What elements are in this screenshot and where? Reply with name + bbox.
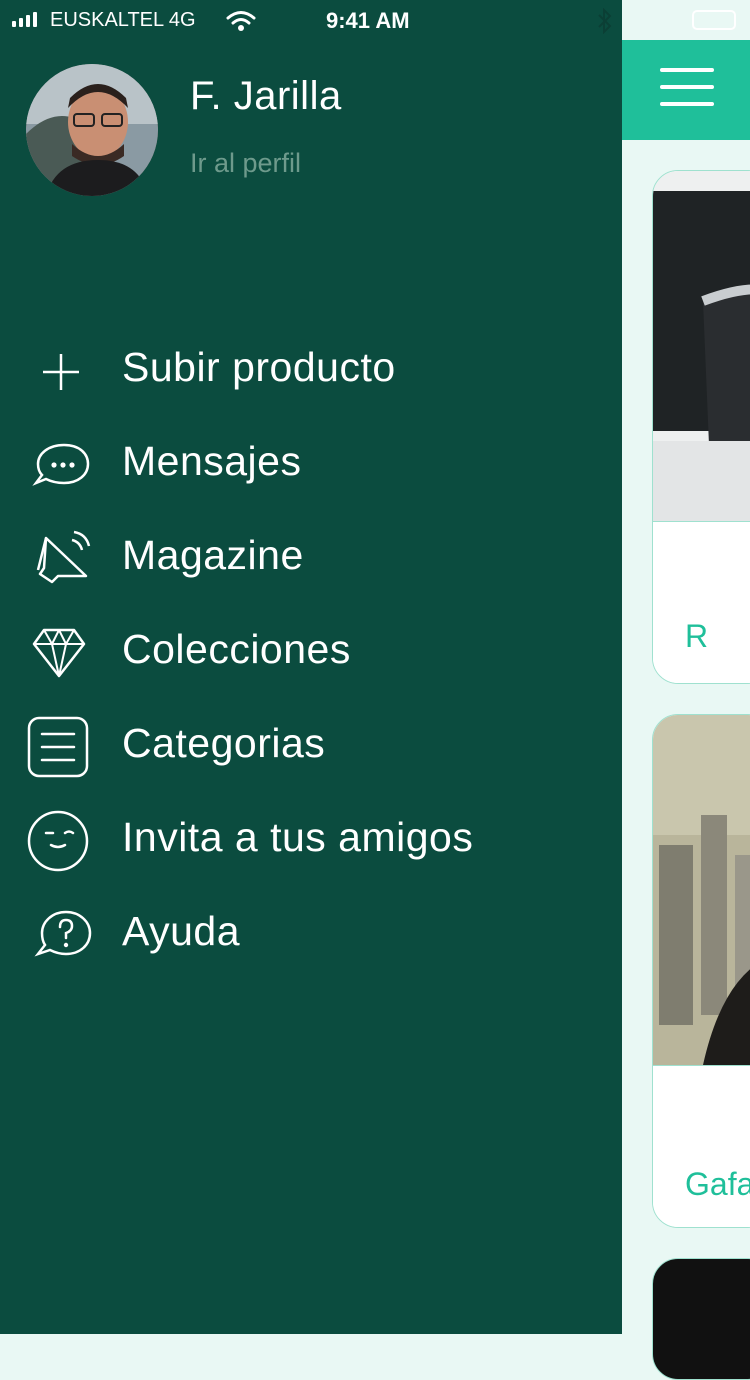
megaphone-icon (36, 530, 91, 584)
battery-icon (692, 10, 736, 30)
product-card[interactable]: Gafa (652, 714, 750, 1228)
chat-bubble-icon (32, 443, 90, 486)
navigation-drawer: F. Jarilla Ir al perfil Subir producto M… (0, 0, 622, 1334)
menu-item-label: Mensajes (122, 438, 302, 484)
menu-item-label: Colecciones (122, 626, 351, 672)
list-icon (27, 716, 89, 778)
drawer-menu: Subir producto Mensajes Magazine Colecci… (0, 320, 622, 978)
menu-item-label: Categorias (122, 720, 326, 766)
menu-item-mensajes[interactable]: Mensajes (0, 414, 622, 508)
diamond-icon (32, 628, 86, 678)
product-image (653, 715, 750, 1065)
menu-item-label: Subir producto (122, 344, 396, 390)
profile-link[interactable]: Ir al perfil (190, 148, 301, 179)
hamburger-menu-icon[interactable] (660, 68, 714, 119)
menu-item-invita-amigos[interactable]: Invita a tus amigos (0, 790, 622, 884)
help-bubble-icon (34, 910, 92, 957)
product-card[interactable] (652, 1258, 750, 1380)
user-name: F. Jarilla (190, 74, 342, 118)
menu-item-ayuda[interactable]: Ayuda (0, 884, 622, 978)
signal-icon (12, 12, 37, 27)
avatar[interactable] (26, 64, 158, 196)
menu-item-label: Ayuda (122, 908, 241, 954)
clock: 9:41 AM (326, 8, 410, 33)
menu-item-subir-producto[interactable]: Subir producto (0, 320, 622, 414)
menu-item-label: Magazine (122, 532, 304, 578)
menu-item-label: Invita a tus amigos (122, 814, 474, 860)
product-image (653, 171, 750, 521)
bluetooth-icon (598, 8, 612, 34)
wink-face-icon (27, 810, 89, 872)
plus-icon (43, 354, 79, 390)
menu-item-magazine[interactable]: Magazine (0, 508, 622, 602)
product-card[interactable]: R (652, 170, 750, 684)
product-title: R (685, 618, 709, 654)
menu-item-colecciones[interactable]: Colecciones (0, 602, 622, 696)
carrier-label: EUSKALTEL 4G (50, 9, 196, 31)
top-app-bar (622, 40, 750, 140)
wifi-icon (226, 11, 256, 31)
status-bar: EUSKALTEL 4G 9:41 AM (0, 0, 750, 40)
product-title: Gafa (685, 1166, 750, 1202)
menu-item-categorias[interactable]: Categorias (0, 696, 622, 790)
